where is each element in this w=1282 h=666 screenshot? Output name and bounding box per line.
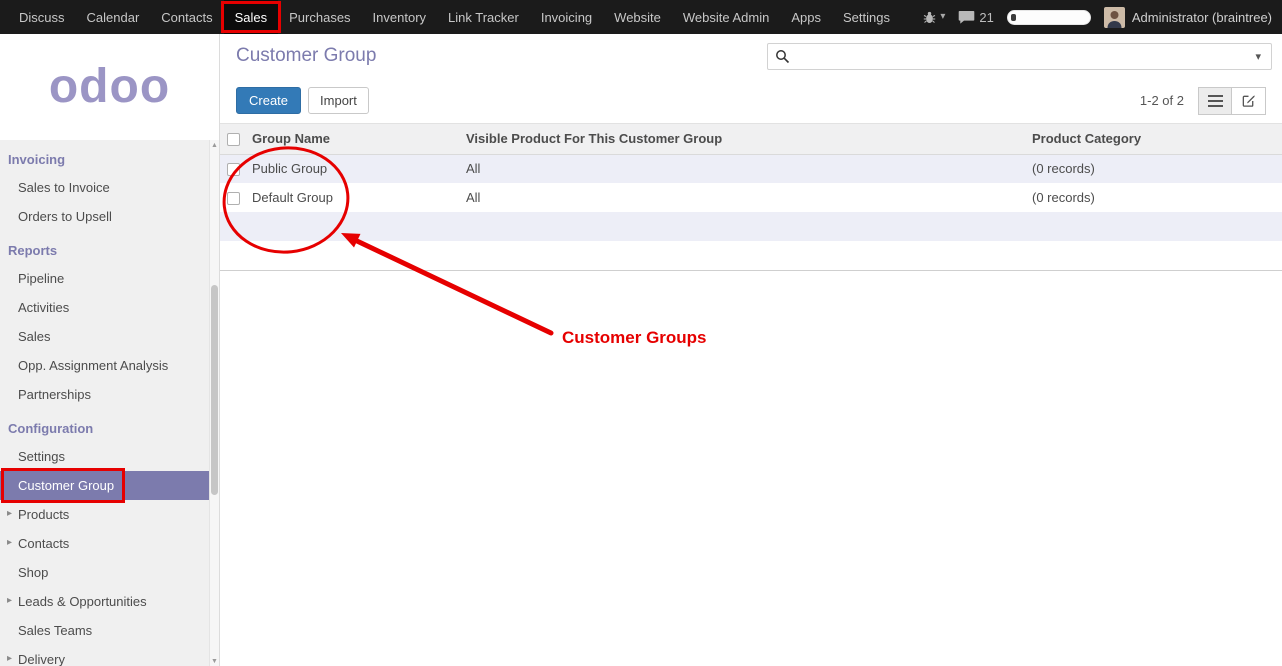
search-input[interactable] [790, 49, 1252, 64]
form-view-button[interactable] [1232, 87, 1266, 115]
sidebar-item-partnerships[interactable]: Partnerships [0, 380, 209, 409]
topbar-menu-apps[interactable]: Apps [780, 0, 832, 34]
sidebar-section-reports: Reports [0, 231, 209, 264]
topbar-menu-settings[interactable]: Settings [832, 0, 901, 34]
messages-count: 21 [979, 10, 993, 25]
column-header-product-category[interactable]: Product Category [1026, 124, 1282, 154]
sidebar-item-delivery-label: Delivery [18, 652, 65, 666]
cell-product-category: (0 records) [1026, 154, 1282, 183]
sidebar-item-delivery[interactable]: ▸ Delivery [0, 645, 209, 666]
messages-button[interactable]: 21 [958, 10, 993, 25]
table-row[interactable]: Default Group All (0 records) [220, 183, 1282, 212]
sidebar-item-orders-to-upsell[interactable]: Orders to Upsell [0, 202, 209, 231]
sidebar-scrollbar[interactable]: ▲ ▼ [209, 140, 219, 666]
cell-visible-product: All [460, 183, 1026, 212]
topbar-menu-sales-label: Sales [235, 10, 268, 25]
breadcrumb-title: Customer Group [236, 45, 376, 67]
caret-down-icon: ▾ [940, 12, 945, 22]
control-panel-top: Customer Group ▾ [220, 34, 1282, 78]
sidebar-item-contacts-label: Contacts [18, 536, 69, 551]
edit-form-icon [1241, 93, 1256, 108]
sidebar-item-shop[interactable]: Shop [0, 558, 209, 587]
sidebar-item-settings[interactable]: Settings [0, 442, 209, 471]
user-name-label: Administrator (braintree) [1132, 10, 1272, 25]
search-dropdown-caret-icon[interactable]: ▾ [1252, 50, 1264, 63]
cell-group-name: Public Group [246, 154, 460, 183]
odoo-logo: odoo [49, 63, 170, 111]
sidebar-item-leads-opportunities[interactable]: ▸ Leads & Opportunities [0, 587, 209, 616]
sidebar-item-customer-group-label: Customer Group [18, 478, 114, 493]
topbar: Discuss Calendar Contacts Sales Purchase… [0, 0, 1282, 34]
select-all-checkbox[interactable] [227, 133, 240, 146]
pager-range: 1-2 of 2 [1140, 93, 1184, 108]
row-checkbox[interactable] [227, 192, 240, 205]
content-area: Customer Group ▾ Create Import 1-2 of 2 [220, 34, 1282, 666]
empty-row [220, 212, 1282, 241]
topbar-menu-purchases[interactable]: Purchases [278, 0, 361, 34]
chevron-right-icon: ▸ [7, 653, 12, 664]
topbar-menu-discuss[interactable]: Discuss [8, 0, 76, 34]
bug-icon [923, 11, 936, 24]
user-menu-button[interactable]: Administrator (braintree) [1104, 7, 1272, 28]
sidebar-item-sales-to-invoice[interactable]: Sales to Invoice [0, 173, 209, 202]
topbar-menus: Discuss Calendar Contacts Sales Purchase… [0, 0, 901, 34]
topbar-menu-calendar[interactable]: Calendar [76, 0, 151, 34]
row-checkbox[interactable] [227, 163, 240, 176]
topbar-menu-link-tracker[interactable]: Link Tracker [437, 0, 530, 34]
topbar-menu-website-admin[interactable]: Website Admin [672, 0, 780, 34]
list-view: Group Name Visible Product For This Cust… [220, 124, 1282, 271]
sidebar-item-products-label: Products [18, 507, 69, 522]
topbar-right: ▾ 21 Administrator (braintree) [923, 0, 1282, 34]
import-button[interactable]: Import [308, 87, 369, 114]
sidebar-item-products[interactable]: ▸ Products [0, 500, 209, 529]
topbar-menu-contacts[interactable]: Contacts [150, 0, 223, 34]
sidebar-item-leads-opportunities-label: Leads & Opportunities [18, 594, 147, 609]
topbar-menu-inventory[interactable]: Inventory [362, 0, 437, 34]
progress-pill[interactable] [1007, 10, 1091, 25]
progress-pill-notch [1011, 14, 1016, 21]
debug-menu-button[interactable]: ▾ [923, 11, 945, 24]
cell-product-category: (0 records) [1026, 183, 1282, 212]
sidebar-item-opp-assignment-analysis[interactable]: Opp. Assignment Analysis [0, 351, 209, 380]
column-header-visible-product[interactable]: Visible Product For This Customer Group [460, 124, 1026, 154]
logo-area: odoo [0, 34, 219, 140]
empty-row [220, 241, 1282, 270]
sidebar-item-sales-teams[interactable]: Sales Teams [0, 616, 209, 645]
sidebar-item-customer-group[interactable]: Customer Group [0, 471, 209, 500]
sidebar-menu: Invoicing Sales to Invoice Orders to Ups… [0, 140, 209, 666]
cell-group-name: Default Group [246, 183, 460, 212]
sidebar-item-activities[interactable]: Activities [0, 293, 209, 322]
sidebar: odoo Invoicing Sales to Invoice Orders t… [0, 34, 220, 666]
table-row[interactable]: Public Group All (0 records) [220, 154, 1282, 183]
topbar-menu-sales[interactable]: Sales [224, 0, 279, 34]
list-view-button[interactable] [1198, 87, 1232, 115]
scroll-up-arrow[interactable]: ▲ [210, 140, 219, 150]
list-view-icon [1208, 95, 1223, 107]
chevron-right-icon: ▸ [7, 537, 12, 548]
user-avatar [1104, 7, 1125, 28]
main-area: odoo Invoicing Sales to Invoice Orders t… [0, 34, 1282, 666]
sidebar-item-pipeline[interactable]: Pipeline [0, 264, 209, 293]
column-header-group-name[interactable]: Group Name [246, 124, 460, 154]
sidebar-item-contacts[interactable]: ▸ Contacts [0, 529, 209, 558]
customer-group-table: Group Name Visible Product For This Cust… [220, 124, 1282, 270]
view-switcher [1198, 87, 1266, 115]
chat-bubble-icon [958, 10, 975, 24]
control-panel-bottom: Create Import 1-2 of 2 [220, 78, 1282, 124]
scroll-down-arrow[interactable]: ▼ [210, 656, 219, 666]
search-box: ▾ [767, 43, 1272, 70]
create-button[interactable]: Create [236, 87, 301, 114]
sidebar-item-sales[interactable]: Sales [0, 322, 209, 351]
sidebar-section-invoicing: Invoicing [0, 140, 209, 173]
topbar-menu-invoicing[interactable]: Invoicing [530, 0, 603, 34]
sidebar-section-configuration: Configuration [0, 409, 209, 442]
chevron-right-icon: ▸ [7, 595, 12, 606]
cell-visible-product: All [460, 154, 1026, 183]
topbar-menu-website[interactable]: Website [603, 0, 672, 34]
scrollbar-thumb[interactable] [211, 285, 218, 495]
table-header-row: Group Name Visible Product For This Cust… [220, 124, 1282, 154]
search-icon [775, 49, 790, 64]
chevron-right-icon: ▸ [7, 508, 12, 519]
